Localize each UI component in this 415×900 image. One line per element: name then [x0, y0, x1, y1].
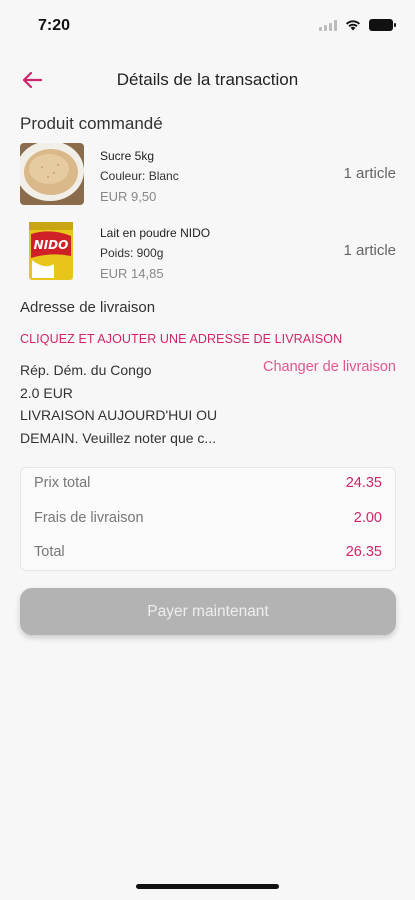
price-summary-card: Prix total 24.35 Frais de livraison 2.00…	[20, 467, 396, 571]
summary-value: 26.35	[345, 544, 382, 560]
product-name: Sucre 5kg	[100, 149, 155, 163]
product-info: Sucre 5kg Couleur: Blanc EUR 9,50	[100, 147, 179, 208]
product-item-sugar[interactable]: Sucre 5kg Couleur: Blanc EUR 9,50 1 arti…	[20, 143, 396, 207]
summary-row-subtotal: Prix total 24.35	[34, 475, 382, 497]
products-section-title: Produit commandé	[20, 114, 163, 133]
svg-text:NIDO: NIDO	[34, 238, 69, 252]
delivery-note-line-2: DEMAIN. Veuillez noter que c...	[20, 429, 217, 446]
status-icons	[319, 19, 396, 31]
signal-icon	[319, 19, 337, 31]
summary-value: 2.00	[353, 510, 382, 526]
battery-icon	[369, 19, 396, 31]
change-delivery-link[interactable]: Changer de livraison	[263, 359, 396, 375]
product-quantity: 1 article	[343, 242, 396, 259]
status-time: 7:20	[38, 17, 71, 34]
delivery-fee: 2.0 EUR	[20, 384, 73, 401]
product-quantity: 1 article	[343, 165, 396, 182]
summary-label: Total	[34, 544, 65, 560]
summary-label: Frais de livraison	[34, 510, 144, 526]
summary-row-delivery-fee: Frais de livraison 2.00	[34, 510, 382, 532]
home-indicator	[136, 884, 279, 889]
pay-now-button[interactable]: Payer maintenant	[20, 588, 396, 635]
product-price: EUR 9,50	[100, 189, 157, 204]
product-attribute: Couleur: Blanc	[100, 169, 179, 183]
delivery-note-line-1: LIVRAISON AUJOURD'HUI OU	[20, 407, 218, 423]
wifi-icon	[346, 20, 360, 31]
summary-value: 24.35	[345, 475, 382, 491]
product-name: Lait en poudre NIDO	[100, 226, 211, 240]
product-image-milk: NIDO	[20, 220, 84, 282]
page-title: Détails de la transaction	[116, 70, 299, 89]
product-info: Lait en poudre NIDO Poids: 900g EUR 14,8…	[100, 224, 210, 285]
add-delivery-address-link[interactable]: CLIQUEZ ET AJOUTER UNE ADRESSE DE LIVRAI…	[20, 332, 342, 346]
header: Détails de la transaction	[0, 62, 415, 100]
delivery-address-label: Adresse de livraison	[20, 299, 156, 316]
product-attribute: Poids: 900g	[100, 246, 164, 260]
status-bar: 7:20	[0, 0, 415, 50]
product-image-sugar	[20, 143, 84, 205]
summary-label: Prix total	[34, 475, 91, 491]
summary-row-total: Total 26.35	[34, 544, 382, 566]
product-price: EUR 14,85	[100, 266, 164, 281]
product-item-milk[interactable]: NIDO Lait en poudre NIDO Poids: 900g EUR…	[20, 220, 396, 284]
